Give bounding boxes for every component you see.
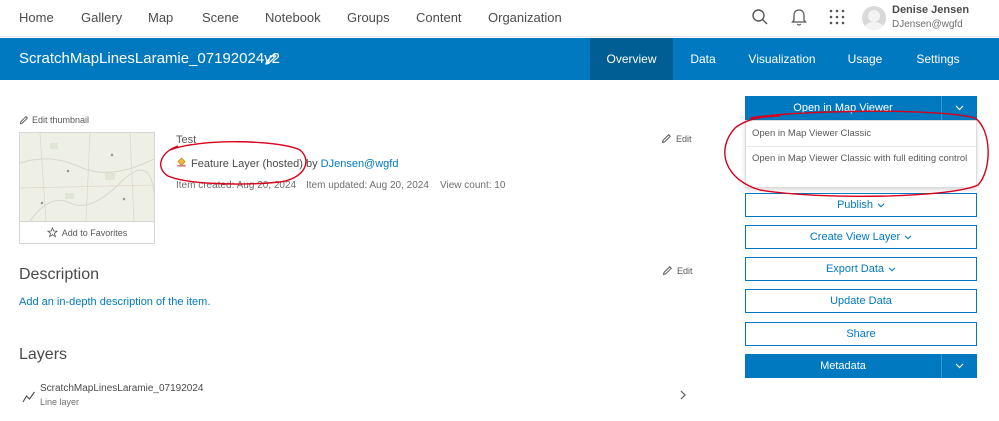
update-data-label: Update Data [830, 295, 892, 307]
owner-link[interactable]: DJensen@wgfd [321, 158, 399, 170]
tab-usage[interactable]: Usage [831, 38, 899, 80]
update-data-button[interactable]: Update Data [745, 289, 977, 313]
share-button[interactable]: Share [745, 322, 977, 346]
description-heading: Description [19, 266, 100, 283]
open-map-viewer-classic-full-edit-option[interactable]: Open in Map Viewer Classic with full edi… [746, 152, 976, 166]
add-to-favorites-label: Add to Favorites [61, 228, 128, 238]
edit-description-label: Edit [677, 266, 693, 276]
tab-data[interactable]: Data [673, 38, 733, 80]
layers-heading: Layers [19, 346, 68, 363]
search-icon[interactable] [751, 8, 771, 28]
item-thumbnail: Add to Favorites [19, 132, 155, 244]
view-count: View count: 10 [440, 180, 506, 191]
app-launcher-icon[interactable] [828, 8, 848, 28]
nav-scene[interactable]: Scene [202, 10, 239, 25]
metadata-button[interactable]: Metadata [745, 354, 977, 378]
metadata-options-toggle[interactable] [941, 354, 977, 378]
tab-settings[interactable]: Settings [899, 38, 977, 80]
nav-content[interactable]: Content [416, 10, 462, 25]
metadata-label: Metadata [820, 360, 866, 372]
nav-home[interactable]: Home [19, 10, 54, 25]
tab-overview[interactable]: Overview [590, 38, 673, 80]
tab-visualization[interactable]: Visualization [733, 38, 831, 80]
chevron-down-icon [955, 363, 964, 369]
item-header: ScratchMapLinesLaramie_07192024v2 Overvi… [0, 38, 999, 80]
dropdown-divider [746, 146, 976, 147]
chevron-right-icon [680, 390, 686, 400]
edit-summary-label: Edit [676, 134, 692, 144]
create-view-layer-button[interactable]: Create View Layer [745, 225, 977, 249]
chevron-down-icon [904, 235, 912, 240]
feature-layer-icon [177, 157, 186, 167]
export-data-button[interactable]: Export Data [745, 257, 977, 281]
layer-name: ScratchMapLinesLaramie_07192024 [40, 383, 204, 394]
user-id[interactable]: DJensen@wgfd [892, 19, 963, 30]
user-name[interactable]: Denise Jensen [892, 4, 969, 16]
by-label: by [305, 158, 318, 170]
nav-notebook[interactable]: Notebook [265, 10, 321, 25]
nav-map[interactable]: Map [148, 10, 173, 25]
pencil-icon [661, 134, 671, 144]
chevron-down-icon [877, 203, 885, 208]
add-to-favorites-button[interactable]: Add to Favorites [20, 221, 154, 243]
edit-thumbnail-label: Edit thumbnail [32, 115, 90, 125]
nav-gallery[interactable]: Gallery [81, 10, 122, 25]
page-title: ScratchMapLinesLaramie_07192024v2 [19, 50, 281, 67]
open-in-map-viewer-label: Open in Map Viewer [793, 102, 893, 114]
edit-title-pencil-icon[interactable] [264, 52, 278, 66]
export-data-label: Export Data [825, 263, 885, 275]
avatar[interactable] [862, 6, 886, 30]
item-type: Feature Layer (hosted) [191, 158, 303, 170]
open-map-viewer-classic-option[interactable]: Open in Map Viewer Classic [746, 127, 976, 141]
add-description-link[interactable]: Add an in-depth description of the item. [19, 296, 210, 308]
layer-type: Line layer [40, 397, 80, 407]
share-label: Share [846, 328, 876, 340]
chevron-down-icon [955, 105, 964, 111]
open-options-toggle[interactable] [941, 96, 977, 120]
pencil-icon [19, 115, 29, 125]
publish-label: Publish [836, 199, 874, 211]
chevron-down-icon [888, 267, 896, 272]
nav-groups[interactable]: Groups [347, 10, 390, 25]
pencil-icon [662, 266, 672, 276]
edit-description-button[interactable]: Edit [662, 265, 693, 276]
layer-row[interactable]: ScratchMapLinesLaramie_07192024 Line lay… [19, 380, 695, 414]
bell-icon[interactable] [790, 8, 810, 28]
item-summary: Test [176, 134, 197, 146]
open-in-map-viewer-button[interactable]: Open in Map Viewer [745, 96, 977, 120]
publish-button[interactable]: Publish [745, 193, 977, 217]
edit-summary-button[interactable]: Edit [661, 133, 692, 144]
create-view-layer-label: Create View Layer [809, 231, 901, 243]
thumbnail-map-image [20, 133, 154, 221]
star-icon [46, 226, 58, 238]
item-updated: Item updated: Aug 20, 2024 [306, 180, 429, 191]
top-navigation: Home Gallery Map Scene Notebook Groups C… [0, 0, 999, 37]
edit-thumbnail-link[interactable]: Edit thumbnail [19, 115, 89, 125]
line-layer-icon [22, 391, 35, 403]
item-created: Item created: Aug 20, 2024 [176, 180, 297, 191]
item-type-line: Feature Layer (hosted) by DJensen@wgfd [176, 157, 398, 170]
open-options-dropdown: Open in Map Viewer Classic Open in Map V… [745, 120, 977, 188]
nav-organization[interactable]: Organization [488, 10, 562, 25]
